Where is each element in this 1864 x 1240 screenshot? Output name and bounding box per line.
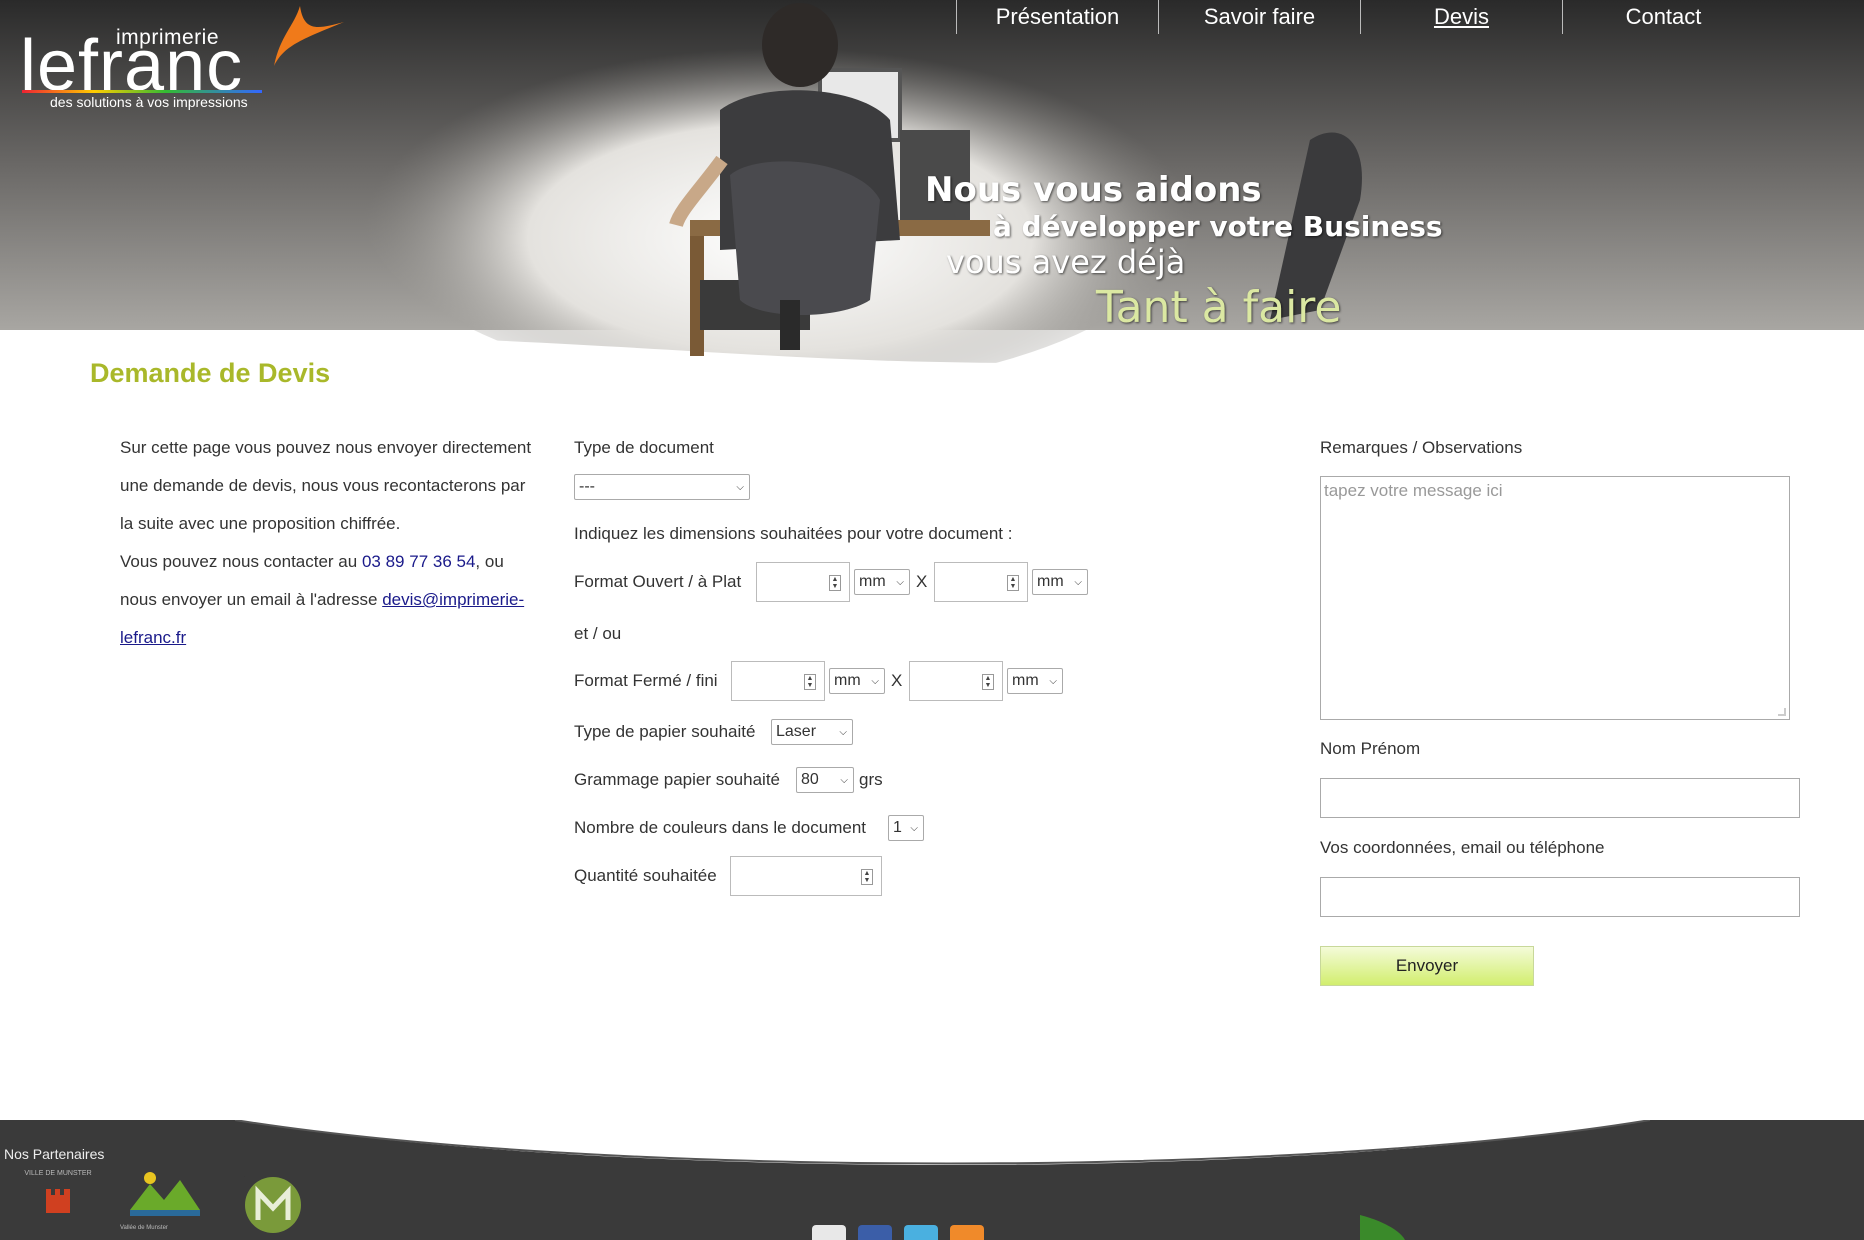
site-header: imprimerie lefranc des solutions à vos i… xyxy=(0,0,1864,370)
grammage-unit-label: grs xyxy=(859,770,883,789)
format-closed-label: Format Fermé / fini xyxy=(574,671,718,690)
partner-name: Communauté de communes de la vallée de M… xyxy=(244,1176,245,1177)
partner-name: VILLE DE MUNSTER xyxy=(24,1170,92,1177)
partner-logo-communaute-communes[interactable]: Communauté de communes de la vallée de M… xyxy=(244,1176,302,1234)
quantity-input[interactable]: ▲ ▼ xyxy=(730,856,882,896)
twitter-icon[interactable] xyxy=(904,1225,938,1240)
phone-number: 03 89 77 36 54 xyxy=(361,552,476,571)
colors-select[interactable]: 1 ⌵ xyxy=(888,815,924,841)
spinner-icon[interactable]: ▲ ▼ xyxy=(804,674,816,690)
format-closed-width-unit-select[interactable]: mm ⌵ xyxy=(829,668,885,694)
remarks-textarea[interactable]: tapez votre message ici xyxy=(1320,476,1790,720)
rss-icon[interactable] xyxy=(950,1225,984,1240)
castle-icon xyxy=(46,1189,70,1213)
dimensions-label: Indiquez les dimensions souhaitées pour … xyxy=(574,524,1013,543)
partner-name: Vallée de Munster xyxy=(120,1225,168,1231)
format-open-width-unit-select[interactable]: mm ⌵ xyxy=(854,569,910,595)
nav-label: Savoir faire xyxy=(1203,4,1316,29)
intro-contact-text: Vous pouvez nous contacter au xyxy=(120,552,358,571)
resize-grip-icon[interactable] xyxy=(1778,708,1786,716)
unit-value: mm xyxy=(834,672,861,689)
paper-type-label: Type de papier souhaité xyxy=(574,722,756,741)
chevron-down-icon: ⌵ xyxy=(840,774,848,786)
remarks-label: Remarques / Observations xyxy=(1320,438,1523,457)
spinner-icon[interactable]: ▲ ▼ xyxy=(1007,575,1019,591)
chevron-down-icon: ⌵ xyxy=(736,481,744,493)
grammage-label: Grammage papier souhaité xyxy=(574,770,781,789)
mail-icon[interactable] xyxy=(812,1225,846,1240)
chevron-down-icon: ⌵ xyxy=(896,576,904,588)
and-or-label: et / ou xyxy=(574,624,622,643)
partners-title: Nos Partenaires xyxy=(4,1146,105,1162)
nav-item-savoir-faire[interactable]: Savoir faire xyxy=(1158,0,1360,34)
partner-logo-munster[interactable]: VILLE DE MUNSTER xyxy=(6,1170,110,1228)
format-open-height-input[interactable]: ▲ ▼ xyxy=(934,562,1028,602)
spinner-icon[interactable]: ▲ ▼ xyxy=(829,575,841,591)
doc-type-select[interactable]: --- ⌵ xyxy=(574,474,750,500)
unit-value: mm xyxy=(1012,672,1039,689)
contact-input[interactable] xyxy=(1320,877,1800,917)
m-logo-icon xyxy=(245,1177,301,1233)
mountains-logo-icon xyxy=(130,1172,200,1216)
spinner-icon[interactable]: ▲ ▼ xyxy=(861,869,873,885)
format-open-width-input[interactable]: ▲ ▼ xyxy=(756,562,850,602)
flame-logo-icon xyxy=(274,6,344,66)
grammage-value: 80 xyxy=(801,771,819,788)
submit-button[interactable]: Envoyer xyxy=(1320,946,1534,986)
banner-slogan-line2: à développer votre Business xyxy=(993,210,1443,243)
times-label: X xyxy=(916,572,928,591)
colors-label: Nombre de couleurs dans le document xyxy=(574,818,866,837)
intro-paragraph: Sur cette page vous pouvez nous envoyer … xyxy=(120,438,532,533)
grammage-select[interactable]: 80 ⌵ xyxy=(796,767,854,793)
logo-rainbow-line xyxy=(22,90,262,93)
intro-contact-paragraph: Vous pouvez nous contacter au 03 89 77 3… xyxy=(120,543,540,657)
nav-item-devis[interactable]: Devis xyxy=(1360,0,1562,34)
unit-value: mm xyxy=(1037,573,1064,590)
chevron-down-icon: ⌵ xyxy=(1049,675,1057,687)
doc-type-value: --- xyxy=(579,478,595,495)
doc-type-label: Type de document xyxy=(574,438,714,457)
nav-label: Présentation xyxy=(995,4,1120,29)
banner-slogan-line4: Tant à faire xyxy=(1096,282,1342,333)
format-closed-width-input[interactable]: ▲ ▼ xyxy=(731,661,825,701)
unit-value: mm xyxy=(859,573,886,590)
logo-tagline: des solutions à vos impressions xyxy=(50,94,248,110)
nav-label: Contact xyxy=(1625,4,1702,29)
partner-logo-vallee-munster[interactable]: Vallée de Munster xyxy=(120,1170,210,1236)
name-input[interactable] xyxy=(1320,778,1800,818)
remarks-placeholder: tapez votre message ici xyxy=(1324,481,1503,500)
chevron-down-icon: ⌵ xyxy=(871,675,879,687)
site-logo[interactable]: imprimerie lefranc des solutions à vos i… xyxy=(20,6,344,116)
spinner-icon[interactable]: ▲ ▼ xyxy=(982,674,994,690)
colors-value: 1 xyxy=(893,819,902,836)
paper-type-select[interactable]: Laser ⌵ xyxy=(771,719,853,745)
quantity-label: Quantité souhaitée xyxy=(574,866,717,885)
format-open-height-unit-select[interactable]: mm ⌵ xyxy=(1032,569,1088,595)
nav-item-contact[interactable]: Contact xyxy=(1562,0,1764,34)
intro-text-block: Sur cette page vous pouvez nous envoyer … xyxy=(120,429,540,657)
chevron-down-icon: ⌵ xyxy=(1074,576,1082,588)
format-open-label: Format Ouvert / à Plat xyxy=(574,572,742,591)
site-footer: Nos Partenaires VILLE DE MUNSTER Vallée … xyxy=(0,1120,1864,1240)
contact-label: Vos coordonnées, email ou téléphone xyxy=(1320,838,1605,857)
paper-type-value: Laser xyxy=(776,723,817,740)
banner-slogan-line1: Nous vous aidons xyxy=(925,170,1262,210)
name-label: Nom Prénom xyxy=(1320,739,1421,758)
chevron-down-icon: ⌵ xyxy=(910,822,918,834)
banner-slogan-line3: vous avez déjà xyxy=(946,243,1186,281)
page-title: Demande de Devis xyxy=(90,358,331,388)
main-nav: Présentation Savoir faire Devis Contact xyxy=(956,0,1764,34)
times-label: X xyxy=(891,671,903,690)
format-closed-height-input[interactable]: ▲ ▼ xyxy=(909,661,1003,701)
facebook-icon[interactable] xyxy=(858,1225,892,1240)
format-closed-height-unit-select[interactable]: mm ⌵ xyxy=(1007,668,1063,694)
nav-label: Devis xyxy=(1433,4,1489,29)
chevron-down-icon: ⌵ xyxy=(839,726,847,738)
nav-item-presentation[interactable]: Présentation xyxy=(956,0,1158,34)
